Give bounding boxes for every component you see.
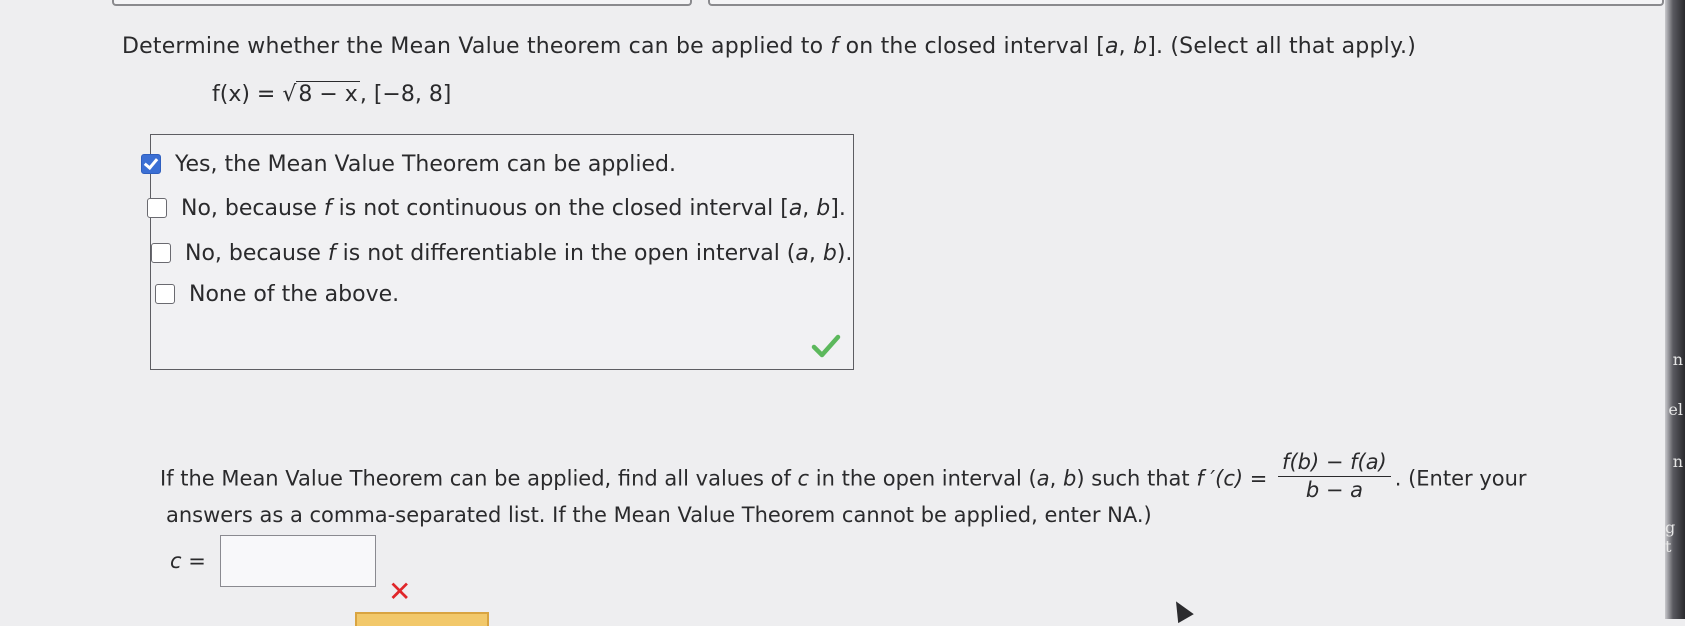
part2-line2: answers as a comma-separated list. If th…	[166, 503, 1152, 527]
answer-label: c =	[170, 549, 206, 573]
screen-bezel: n el n g t	[1665, 0, 1685, 619]
checkbox-checked-icon[interactable]	[141, 154, 161, 174]
part2-line1: If the Mean Value Theorem can be applied…	[160, 450, 1527, 502]
option-label: No, because f is not continuous on the c…	[181, 195, 846, 221]
function-definition: f(x) = √8 − x, [−8, 8]	[212, 81, 452, 107]
option-yes[interactable]: Yes, the Mean Value Theorem can be appli…	[141, 149, 676, 179]
options-box: Yes, the Mean Value Theorem can be appli…	[141, 134, 854, 370]
option-label: None of the above.	[189, 281, 400, 307]
fraction-numerator: f(b) − f(a)	[1278, 448, 1391, 477]
answer-row: c =	[170, 535, 376, 587]
sqrt-expression: √8 − x	[282, 81, 360, 107]
correct-check-icon	[811, 334, 841, 358]
top-frame-middle	[708, 0, 1664, 6]
option-none[interactable]: None of the above.	[155, 279, 399, 309]
option-label: Yes, the Mean Value Theorem can be appli…	[175, 151, 676, 177]
function-lhs: f(x) =	[212, 82, 283, 107]
checkbox-icon[interactable]	[155, 284, 175, 304]
function-interval: , [−8, 8]	[359, 82, 452, 107]
option-not-differentiable[interactable]: No, because f is not differentiable in t…	[151, 238, 852, 268]
question-var-a: a	[1104, 34, 1119, 59]
question-part: ]. (Select all that apply.)	[1147, 34, 1417, 59]
mvt-fraction: f(b) − f(a) b − a	[1278, 448, 1391, 503]
checkbox-icon[interactable]	[151, 243, 171, 263]
bottom-button-partial[interactable]	[355, 612, 489, 626]
answer-input[interactable]	[219, 535, 376, 587]
fraction-denominator: b − a	[1305, 478, 1363, 502]
sqrt-symbol: √	[282, 82, 297, 107]
derivative-expression: f ′(c)	[1196, 466, 1244, 491]
incorrect-x-icon: ✕	[388, 575, 412, 608]
question-part: Determine whether the Mean Value theorem…	[122, 34, 831, 59]
checkbox-icon[interactable]	[147, 198, 167, 218]
question-part: ,	[1118, 34, 1134, 59]
option-label: No, because f is not differentiable in t…	[185, 240, 853, 266]
bezel-text: g t	[1665, 518, 1676, 556]
option-not-continuous[interactable]: No, because f is not continuous on the c…	[147, 193, 846, 223]
sqrt-radicand: 8 − x	[296, 81, 360, 107]
mouse-cursor-icon	[1168, 596, 1194, 624]
bezel-text: n	[1672, 452, 1683, 471]
bezel-text: el	[1668, 400, 1683, 419]
question-text: Determine whether the Mean Value theorem…	[122, 34, 1416, 59]
top-frame-left	[112, 0, 692, 6]
bezel-text: n	[1672, 350, 1683, 369]
question-var-b: b	[1133, 34, 1148, 59]
question-part: on the closed interval [	[838, 34, 1105, 59]
